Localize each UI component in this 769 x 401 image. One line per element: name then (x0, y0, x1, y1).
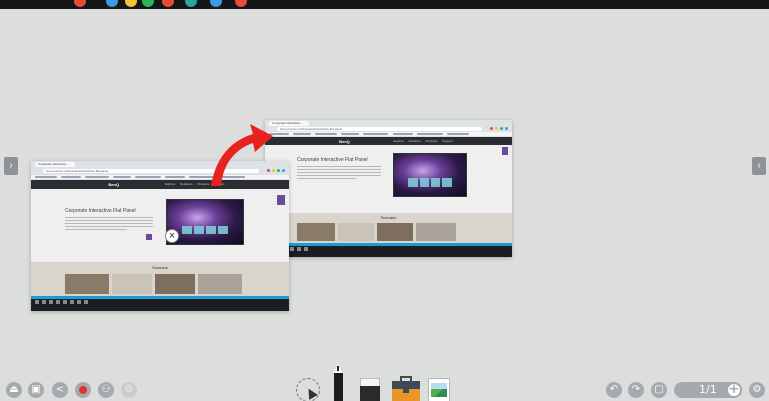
side-badge (277, 195, 285, 205)
os-taskbar (31, 299, 289, 311)
image-insert-tool[interactable] (428, 378, 450, 401)
add-page-icon[interactable]: + (726, 382, 742, 398)
pen-tip-icon (334, 364, 342, 373)
settings-icon[interactable]: ⚙ (749, 382, 765, 398)
taskbar-app-icon[interactable] (125, 0, 137, 7)
cursor-icon (304, 386, 318, 400)
page-number: 1/1 (699, 383, 717, 396)
taskbar-app-icon[interactable] (106, 0, 118, 7)
settings-gear-icon[interactable]: ⚙ (121, 382, 137, 398)
browser-tab: Corporate Interactive... (35, 162, 75, 167)
redo-icon[interactable]: ↷ (628, 382, 644, 398)
page-indicator[interactable]: 1/1 + (674, 382, 742, 398)
eraser-tool[interactable] (360, 378, 380, 401)
share-icon[interactable]: < (52, 382, 68, 398)
address-bar: benq.com/en-us/business/interactive-flat… (277, 127, 482, 131)
site-logo: BenQ (108, 182, 120, 187)
expand-right-panel-button[interactable]: ‹ (752, 157, 766, 175)
page-content: Corporate Interactive Flat Panel (31, 189, 289, 262)
scenario-section: Scenario (31, 262, 289, 296)
taskbar-app-icon[interactable] (185, 0, 197, 7)
record-icon[interactable] (75, 382, 91, 398)
display-product-image (393, 153, 467, 197)
browser-tab: Corporate Interactive... (269, 121, 309, 126)
small-badge (146, 234, 152, 240)
close-icon[interactable]: × (165, 229, 179, 243)
pasted-screenshot[interactable]: Corporate Interactive... benq.com/en-us/… (265, 120, 512, 257)
scenario-photos (65, 274, 242, 294)
bookmarks-bar (265, 132, 512, 136)
toolbox-tool[interactable] (392, 376, 420, 401)
scenario-section: Scenario (265, 213, 512, 243)
expand-left-panel-button[interactable]: › (4, 157, 18, 175)
scenario-label: Scenario (380, 215, 397, 220)
paragraph-text (297, 166, 381, 181)
bottom-toolbar: ⏏ ▣ < ⚇ ⚙ ↶ ↷ ▢ 1/1 + ⚙ (0, 364, 769, 401)
taskbar-app-icon[interactable] (74, 0, 86, 7)
save-icon[interactable]: ▣ (28, 382, 44, 398)
os-taskbar (265, 246, 512, 257)
taskbar-app-icon[interactable] (162, 0, 174, 7)
system-taskbar (0, 0, 769, 9)
page-title: Corporate Interactive Flat Panel (65, 208, 136, 214)
scenario-label: Scenario (152, 265, 168, 270)
exit-icon[interactable]: ⏏ (6, 382, 22, 398)
paragraph-text (65, 217, 153, 232)
select-cursor-tool[interactable] (296, 378, 320, 401)
taskbar-app-icon[interactable] (210, 0, 222, 7)
site-menu: Explore Solutions Products Support (393, 139, 453, 143)
pen-tool[interactable] (333, 364, 343, 401)
taskbar-app-icon[interactable] (142, 0, 154, 7)
site-logo: BenQ (339, 139, 350, 144)
browser-extension-icons (490, 127, 508, 130)
taskbar-app-icon[interactable] (235, 0, 247, 7)
side-badge (502, 147, 508, 155)
users-icon[interactable]: ⚇ (98, 382, 114, 398)
page-overview-icon[interactable]: ▢ (651, 382, 667, 398)
scenario-photos (297, 223, 456, 241)
red-arrow-annotation[interactable] (205, 116, 275, 188)
page-content: Corporate Interactive Flat Panel (265, 145, 512, 213)
site-nav: BenQ Explore Solutions Products Support (265, 137, 512, 145)
undo-icon[interactable]: ↶ (606, 382, 622, 398)
browser-chrome: Corporate Interactive... benq.com/en-us/… (265, 120, 512, 137)
page-title: Corporate Interactive Flat Panel (297, 157, 368, 163)
